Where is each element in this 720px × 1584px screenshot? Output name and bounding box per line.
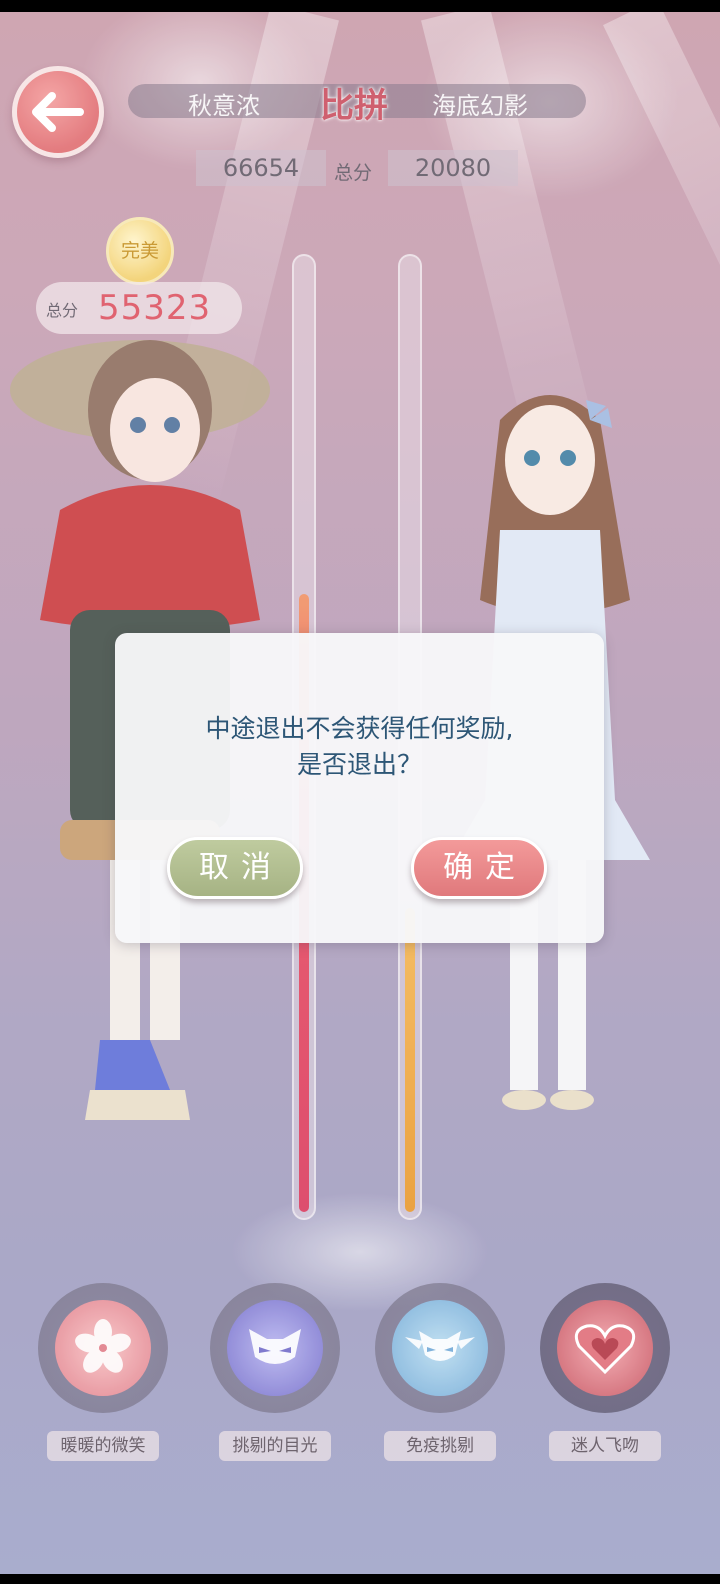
navigation-bar: [0, 1574, 720, 1584]
cancel-button[interactable]: 取消: [167, 837, 303, 899]
confirm-button[interactable]: 确定: [411, 837, 547, 899]
dialog-message-line2: 是否退出？: [296, 750, 422, 779]
dialog-message: 中途退出不会获得任何奖励, 是否退出？: [115, 711, 604, 783]
exit-confirm-dialog: 中途退出不会获得任何奖励, 是否退出？ 取消 确定: [115, 633, 604, 943]
status-bar: [0, 0, 720, 12]
dialog-message-line1: 中途退出不会获得任何奖励,: [205, 714, 514, 743]
